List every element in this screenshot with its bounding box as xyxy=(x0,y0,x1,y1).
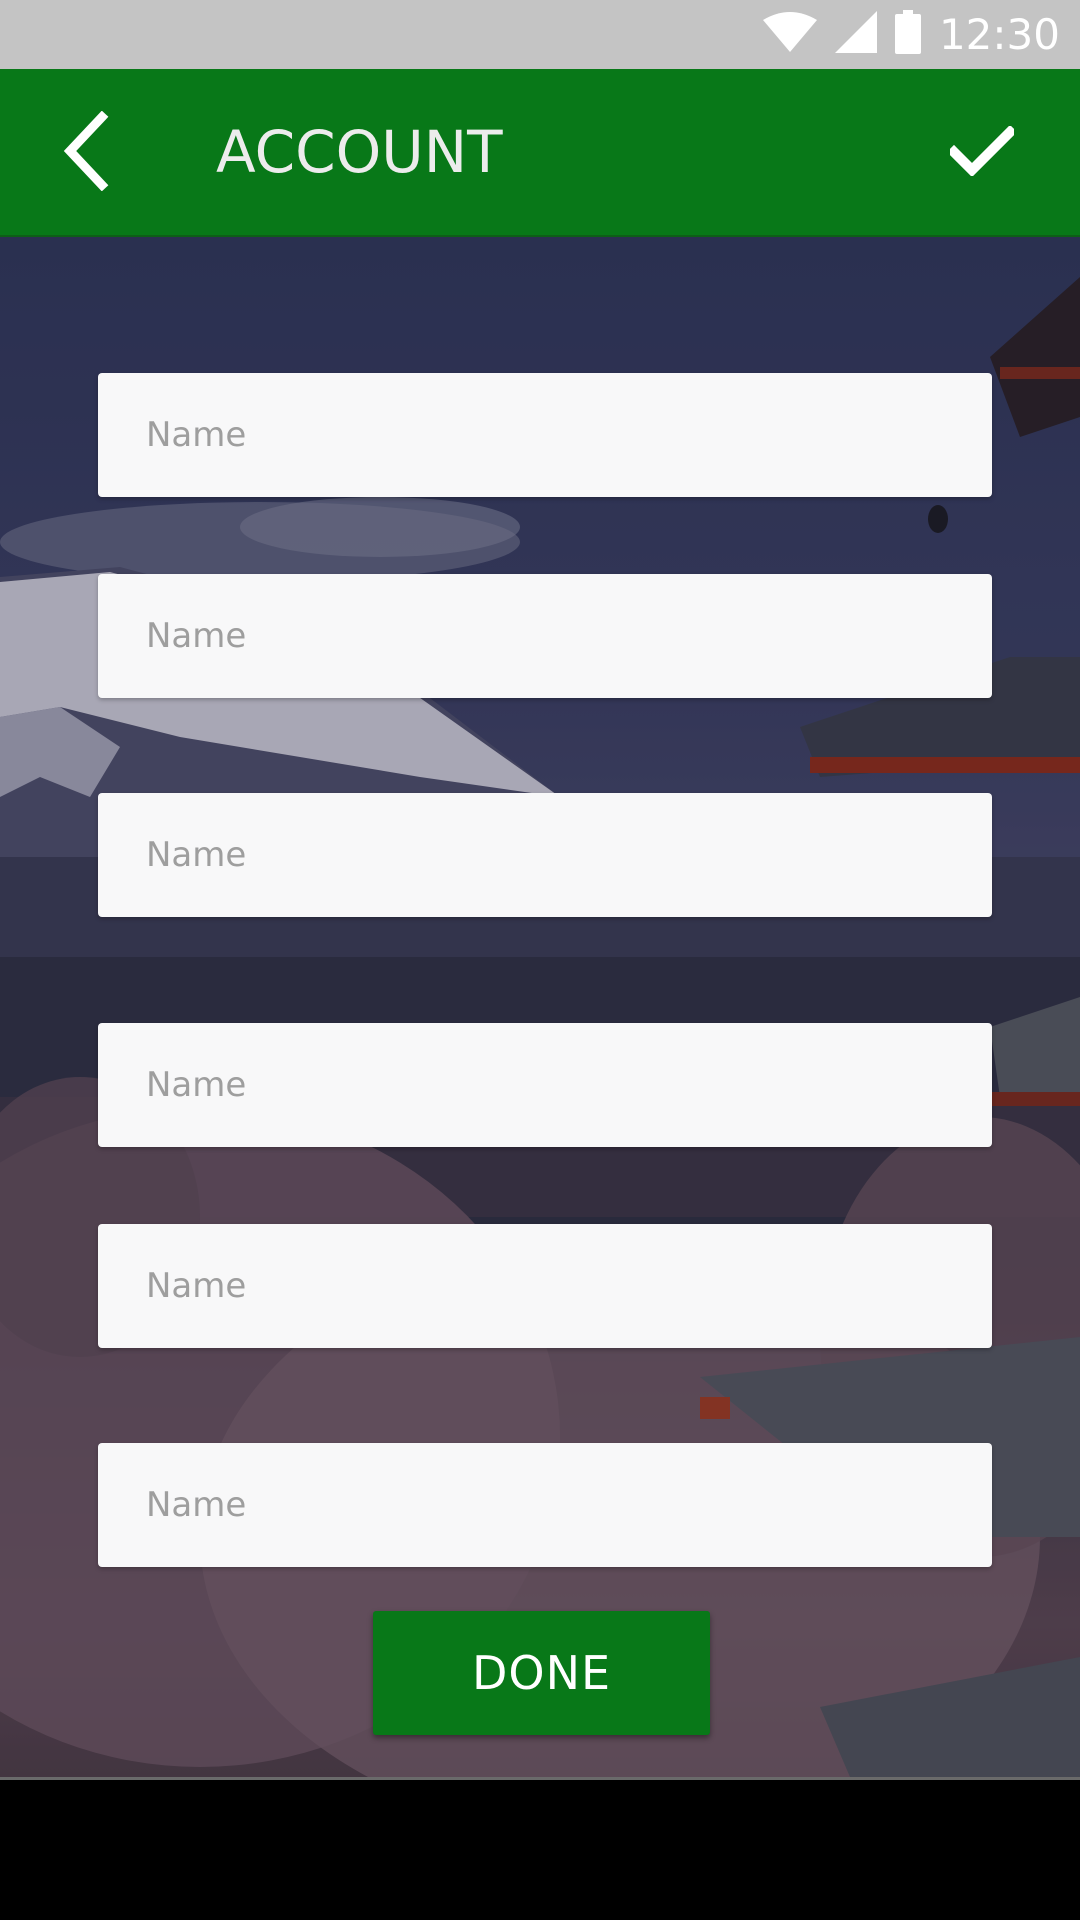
battery-icon xyxy=(894,10,921,59)
wifi-icon xyxy=(762,12,817,57)
navigation-bar xyxy=(0,1777,1080,1920)
name-field[interactable] xyxy=(98,574,992,698)
status-icons: 12:30 xyxy=(762,0,1060,69)
done-button[interactable]: DONE xyxy=(373,1611,710,1735)
chevron-left-icon xyxy=(58,110,118,196)
confirm-button[interactable] xyxy=(924,105,1040,201)
name-field[interactable] xyxy=(98,793,992,917)
page-title: ACCOUNT xyxy=(216,118,503,186)
name-input[interactable] xyxy=(144,1484,992,1526)
account-screen: 12:30 ACCOUNT Name Name Name Name Name N… xyxy=(0,0,1080,1920)
name-field[interactable] xyxy=(98,1443,992,1567)
name-field[interactable] xyxy=(98,373,992,497)
name-input[interactable] xyxy=(144,1265,992,1307)
name-input[interactable] xyxy=(144,834,992,876)
status-time: 12:30 xyxy=(938,10,1060,59)
name-field[interactable] xyxy=(98,1023,992,1147)
signal-icon xyxy=(834,11,877,58)
back-button[interactable] xyxy=(40,105,136,201)
name-input[interactable] xyxy=(144,615,992,657)
name-input[interactable] xyxy=(144,414,992,456)
name-field[interactable] xyxy=(98,1224,992,1348)
status-bar: 12:30 xyxy=(0,0,1080,69)
name-input[interactable] xyxy=(144,1064,992,1106)
check-icon xyxy=(946,124,1018,181)
app-bar: ACCOUNT xyxy=(0,69,1080,237)
